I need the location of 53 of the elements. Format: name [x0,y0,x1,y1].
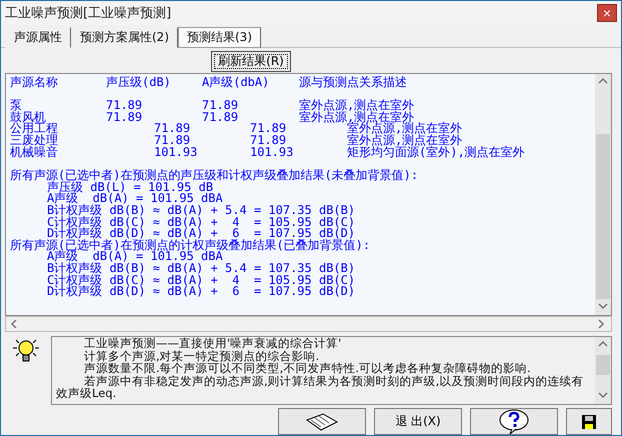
table-cell-text: 室外点源,测点在室外 [299,112,415,124]
table-cell-text: 71.89 [250,123,288,136]
help-icon [498,408,530,434]
table-cell-text: 71.89 [202,100,240,112]
column-header: 声源名称 [10,76,59,88]
table-cell-text: 71.89 [250,135,286,147]
tab[interactable]: 预测结果(3) [178,26,261,48]
lightbulb-icon [11,338,41,364]
result-line: D计权声级 dB(D) ≈ dB(A) + 6 = 107.95 dB(D) [47,226,356,240]
refresh-button[interactable]: 刷新结果(R) [211,50,291,72]
save-button[interactable] [566,408,612,435]
help-paragraph: 声源数量不限.每个声源可以不同类型,不同发声特性.可以考虑各种复杂障碍物的影响. [83,362,532,375]
close-button[interactable]: × [597,4,617,22]
table-cell-text: 室外点源,测点在室外 [299,100,416,112]
table-cell-text: 71.89 [154,123,192,136]
result-line: B计权声级 dB(B) ≈ dB(A) + 5.4 = 107.35 dB(B) [47,202,356,217]
table-cell-text: 机械噪音 [10,146,59,158]
summary-heading: 所有声源(已选中者)在预测点的声压级和计权声级叠加结果(未叠加背景值): [10,168,418,182]
window-title: 工业噪声预测[工业噪声预测] [5,4,172,22]
result-line: A声级 dB(A) = 101.95 dBA [47,191,223,206]
save-icon [581,414,597,430]
book-button[interactable] [278,408,366,435]
result-line: C计权声级 dB(C) ≈ dB(A) + 4 = 105.95 dB(C) [47,272,356,287]
column-header: A声级(dbA) [202,76,270,88]
result-line: C计权声级 dB(C) ≈ dB(A) + 4 = 105.95 dB(C) [47,214,356,229]
table-cell-text: 公用工程 [10,123,59,136]
column-header: 声压级(dB) [106,76,172,88]
table-cell-text: 101.93 [250,146,294,158]
vertical-scrollbar[interactable] [595,337,611,404]
table-cell-text: 101.93 [154,146,198,158]
summary-heading: 所有声源(已选中者)在预测点的计权声级叠加结果(已叠加背景值): [10,238,370,252]
table-cell-text: 71.89 [154,135,190,147]
table-cell-text: 三废处理 [10,135,59,147]
table-cell-text: 泵 [10,100,22,112]
help-paragraph: 若声源中有非稳定发声的动态声源,则计算结果为各预测时刻的声级,以及预测时间段内的连续有效声级Leq. [56,374,584,400]
table-cell-text: 鼓风机 [10,112,46,124]
column-header: 源与预测点关系描述 [299,76,408,88]
table-cell-text: 71.89 [106,100,144,112]
table-cell-text: 室外点源,测点在室外 [347,135,462,147]
result-line: B计权声级 dB(B) ≈ dB(A) + 5.4 = 107.35 dB(B) [47,260,356,275]
exit-button[interactable]: 退 出(X) [374,408,462,435]
help-button[interactable] [470,408,558,435]
tab[interactable]: 声源属性 [5,26,71,48]
table-cell-text: 71.89 [106,112,144,124]
help-paragraph: 计算多个声源,对某一特定预测点的综合影响. [83,350,320,362]
result-line: D计权声级 dB(D) ≈ dB(A) + 6 = 107.95 dB(D) [47,284,356,298]
tab[interactable]: 预测方案属性(2) [71,26,178,48]
table-cell-text: 71.89 [202,112,240,124]
help-paragraph: 工业噪声预测——直接使用'噪声衰减的综合计算' [83,337,342,350]
horizontal-scrollbar[interactable] [5,316,612,332]
open-book-icon [305,412,339,432]
vertical-scrollbar[interactable] [595,74,611,316]
table-cell-text: 矩形均匀面源(室外),测点在室外 [347,146,526,158]
